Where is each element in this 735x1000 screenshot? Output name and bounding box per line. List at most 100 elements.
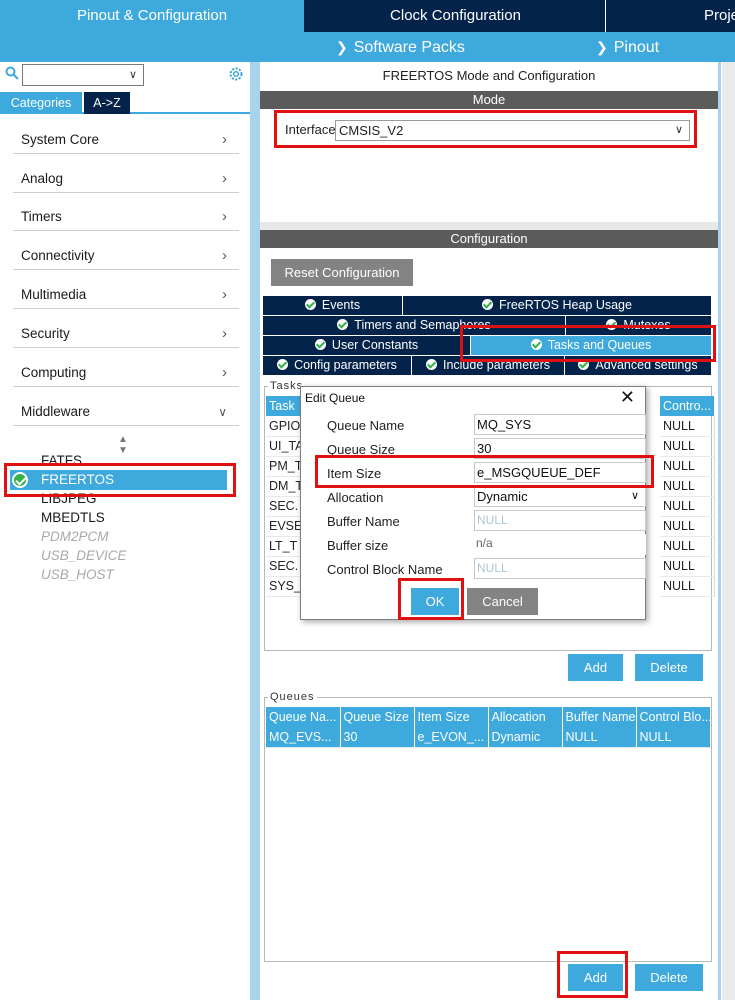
tab-label: Advanced settings	[595, 358, 698, 372]
queue-name-label: Queue Name	[327, 418, 405, 433]
sort-icon[interactable]: ▲ ▼	[118, 434, 128, 456]
page-title: FREERTOS Mode and Configuration	[382, 68, 596, 83]
tab-mutexes[interactable]: Mutexes	[566, 316, 712, 335]
chevron-right-icon: ›	[222, 325, 227, 342]
tab-user-constants[interactable]: User Constants	[263, 336, 471, 355]
column-header[interactable]: Allocation	[488, 707, 563, 727]
tab-label: Timers and Semaphores	[354, 318, 491, 332]
category-label: Security	[21, 326, 70, 341]
queues-table: Queue Na... Queue Size Item Size Allocat…	[266, 707, 711, 748]
tab-timers-and-semaphores[interactable]: Timers and Semaphores	[263, 316, 566, 335]
category-label: Multimedia	[21, 287, 87, 302]
category-label: Middleware	[21, 404, 91, 419]
category-system-core[interactable]: System Core ›	[13, 126, 239, 154]
control-block-label: Control Block Name	[327, 562, 443, 577]
right-scrollbar[interactable]	[718, 62, 735, 1000]
tab-project-manager[interactable]: Proje	[608, 0, 735, 32]
tab-advanced-settings[interactable]: Advanced settings	[565, 356, 712, 375]
interface-select[interactable]: CMSIS_V2 ∨	[335, 120, 690, 141]
category-multimedia[interactable]: Multimedia ›	[13, 281, 239, 309]
sub-menu-bar: ❯ Software Packs ❯ Pinout	[0, 32, 735, 62]
tab-config-parameters[interactable]: Config parameters	[263, 356, 412, 375]
buffer-name-field[interactable]: NULL	[474, 510, 646, 531]
control-block-cell: NULL	[636, 727, 711, 748]
buffer-name-label: Buffer Name	[327, 514, 400, 529]
tab-events[interactable]: Events	[263, 296, 403, 315]
ok-button[interactable]: OK	[411, 588, 459, 615]
category-connectivity[interactable]: Connectivity ›	[13, 242, 239, 270]
tab-freertos-heap-usage[interactable]: FreeRTOS Heap Usage	[403, 296, 712, 315]
tab-a-to-z[interactable]: A->Z	[84, 92, 130, 114]
tab-pinout-configuration[interactable]: Pinout & Configuration	[0, 0, 304, 32]
queue-name-field[interactable]: MQ_SYS	[474, 414, 646, 435]
category-label: Computing	[21, 365, 87, 380]
software-packs-label: Software Packs	[353, 39, 465, 56]
queue-size-label: Queue Size	[327, 442, 395, 457]
chevron-right-icon: ›	[222, 247, 227, 264]
add-queue-button[interactable]: Add	[568, 964, 623, 991]
pinout-menu[interactable]: ❯ Pinout	[596, 32, 659, 62]
cancel-button[interactable]: Cancel	[467, 588, 538, 615]
interface-value: CMSIS_V2	[339, 123, 404, 138]
search-input[interactable]: ∨	[22, 64, 144, 86]
middleware-item-label: FREERTOS	[41, 472, 115, 487]
control-block-field[interactable]: NULL	[474, 558, 646, 579]
control-block-value: NULL	[660, 516, 715, 537]
column-header[interactable]: Queue Size	[340, 707, 415, 727]
category-middleware[interactable]: Middleware ∨	[13, 398, 239, 426]
tab-label: Events	[321, 298, 361, 312]
item-size-field[interactable]: e_MSGQUEUE_DEF	[474, 462, 646, 483]
column-header[interactable]: Buffer Name	[562, 707, 637, 727]
middleware-item-pdm2pcm: PDM2PCM	[41, 529, 109, 544]
control-block-value: NULL	[660, 496, 715, 517]
allocation-label: Allocation	[327, 490, 384, 505]
check-icon	[304, 299, 316, 310]
panel-splitter[interactable]	[250, 62, 260, 1000]
chevron-down-icon: ∨	[630, 490, 639, 502]
chevron-right-icon: ›	[222, 170, 227, 187]
close-icon[interactable]: ✕	[620, 387, 635, 408]
check-icon	[578, 359, 590, 370]
add-task-button[interactable]: Add	[568, 654, 623, 681]
software-packs-menu[interactable]: ❯ Software Packs	[336, 32, 465, 62]
reset-configuration-button[interactable]: Reset Configuration	[271, 259, 413, 286]
category-label: Timers	[21, 209, 62, 224]
check-icon	[530, 339, 542, 350]
middleware-item-mbedtls[interactable]: MBEDTLS	[41, 508, 105, 527]
delete-task-button[interactable]: Delete	[635, 654, 703, 681]
category-computing[interactable]: Computing ›	[13, 359, 239, 387]
category-tab-bar: Categories A->Z	[0, 92, 250, 114]
gear-icon[interactable]	[228, 66, 244, 82]
mode-header: Mode	[260, 91, 718, 109]
tab-include-parameters[interactable]: Include parameters	[412, 356, 565, 375]
table-row[interactable]: MQ_EVS... 30 e_EVON_... Dynamic NULL NUL…	[266, 727, 711, 748]
control-block-value: NULL	[660, 476, 715, 497]
tab-categories[interactable]: Categories	[0, 92, 82, 114]
interface-label: Interface	[285, 122, 336, 137]
middleware-item-fatfs[interactable]: FATFS	[41, 451, 82, 470]
category-analog[interactable]: Analog ›	[13, 165, 239, 193]
column-header[interactable]: Queue Na...	[266, 707, 341, 727]
category-timers[interactable]: Timers ›	[13, 203, 239, 231]
middleware-item-libjpeg[interactable]: LIBJPEG	[41, 489, 97, 508]
delete-queue-button[interactable]: Delete	[635, 964, 703, 991]
middleware-item-usb-host: USB_HOST	[41, 567, 114, 582]
check-icon	[337, 319, 349, 330]
tab-label: User Constants	[331, 338, 419, 352]
column-header[interactable]: Item Size	[414, 707, 489, 727]
allocation-select[interactable]: Dynamic ∨	[474, 486, 646, 507]
chevron-down-icon: ∨	[674, 124, 683, 136]
queue-size-field[interactable]: 30	[474, 438, 646, 459]
category-label: Analog	[21, 171, 64, 186]
check-icon	[606, 319, 618, 330]
category-label: System Core	[21, 132, 100, 147]
tab-clock-configuration[interactable]: Clock Configuration	[306, 0, 606, 32]
tab-label: Tasks and Queues	[547, 338, 652, 352]
category-security[interactable]: Security ›	[13, 320, 239, 348]
column-header[interactable]: Control Blo...	[636, 707, 711, 727]
edit-queue-dialog: Edit Queue ✕ Queue Name MQ_SYS Queue Siz…	[300, 386, 646, 620]
middleware-item-freertos[interactable]: FREERTOS	[10, 470, 227, 490]
tab-tasks-and-queues[interactable]: Tasks and Queues	[471, 336, 712, 355]
column-header[interactable]: Contro...	[660, 396, 715, 416]
chevron-down-icon[interactable]: ∨	[129, 68, 137, 81]
